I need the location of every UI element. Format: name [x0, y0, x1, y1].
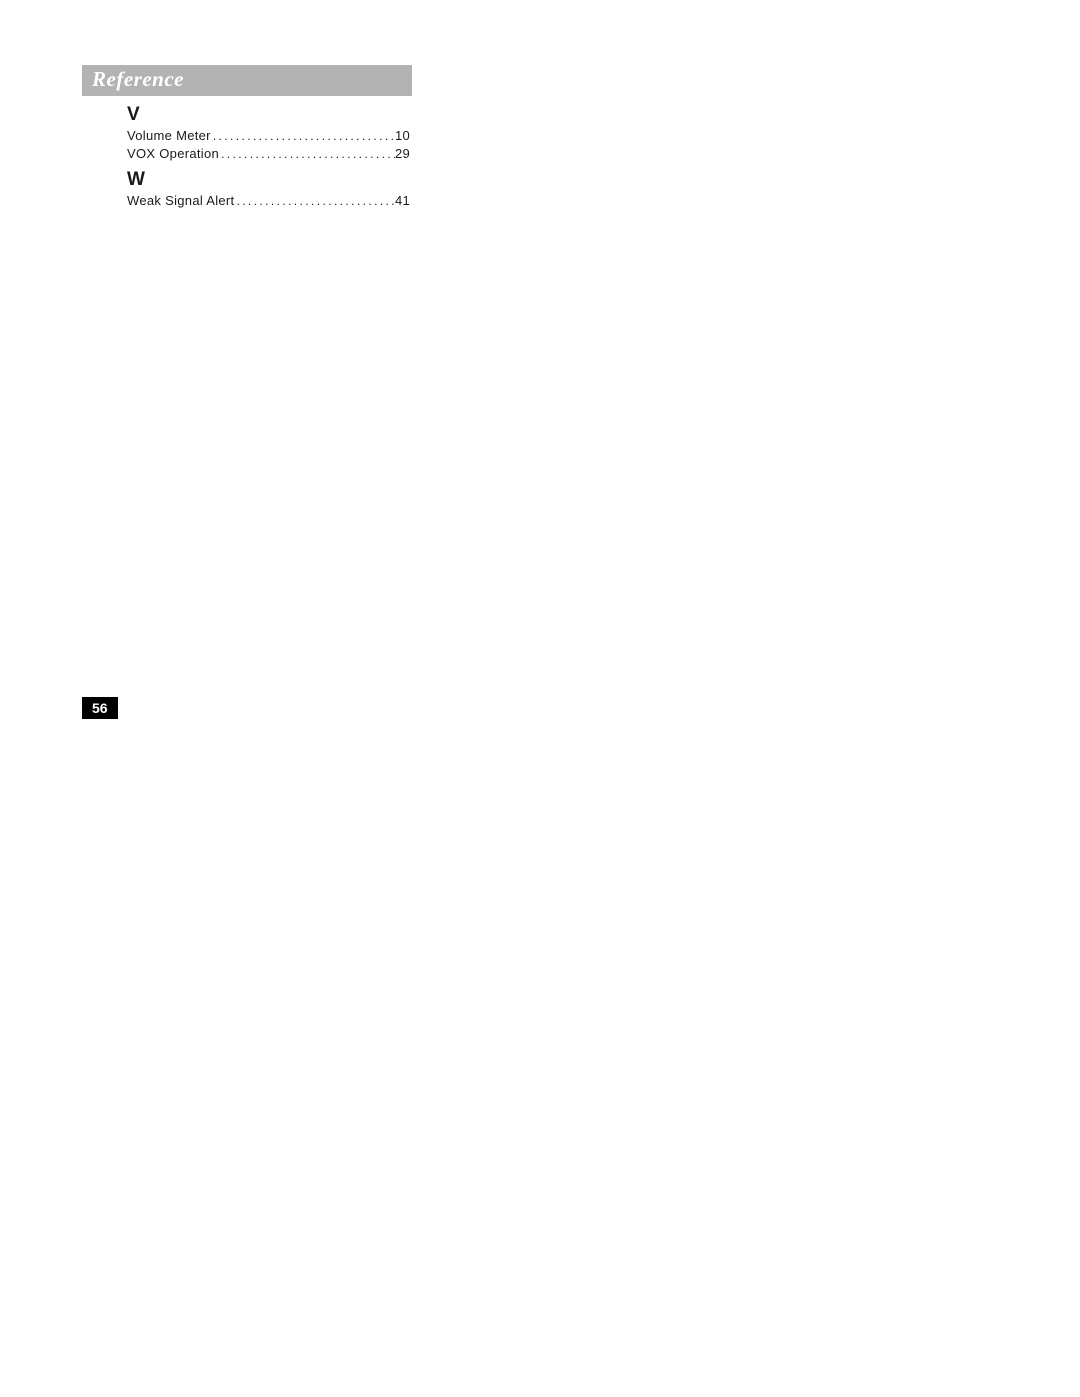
index-content: V Volume Meter .........................… [82, 96, 412, 210]
index-letter-v: V [127, 104, 412, 126]
index-entry-page: 41 [395, 193, 410, 210]
index-entry-label: Volume Meter [127, 128, 211, 145]
page-content: Reference V Volume Meter ...............… [82, 65, 412, 211]
leader-dots: ........................................… [219, 147, 395, 163]
index-entry-page: 29 [395, 146, 410, 163]
index-entry: Volume Meter ...........................… [127, 128, 410, 145]
index-entry-label: VOX Operation [127, 146, 219, 163]
index-entry: VOX Operation ..........................… [127, 146, 410, 163]
page-number: 56 [82, 697, 118, 719]
index-entry: Weak Signal Alert ......................… [127, 193, 410, 210]
index-entry-page: 10 [395, 128, 410, 145]
index-entry-label: Weak Signal Alert [127, 193, 234, 210]
section-header: Reference [82, 65, 412, 96]
index-letter-w: W [127, 169, 412, 191]
leader-dots: ........................................… [211, 129, 395, 145]
leader-dots: ........................................… [234, 194, 394, 210]
